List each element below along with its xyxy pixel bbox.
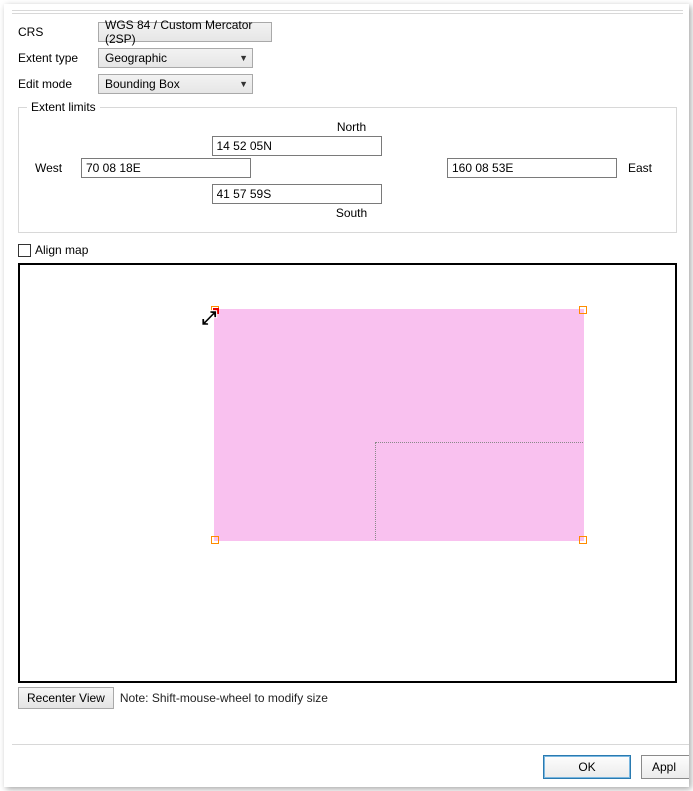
align-map-checkbox[interactable] xyxy=(18,244,31,257)
extent-rectangle[interactable] xyxy=(214,309,584,541)
east-label: East xyxy=(628,161,652,175)
content-panel: CRS WGS 84 / Custom Mercator (2SP) Exten… xyxy=(12,10,683,739)
hint-note: Note: Shift-mouse-wheel to modify size xyxy=(120,691,328,705)
align-map-row: Align map xyxy=(18,243,677,257)
edit-mode-value: Bounding Box xyxy=(105,77,180,91)
align-map-label: Align map xyxy=(35,243,88,257)
crs-label: CRS xyxy=(18,25,98,39)
recenter-view-button[interactable]: Recenter View xyxy=(18,687,114,709)
extent-compass: North West East South xyxy=(27,120,668,220)
map-preview-canvas[interactable]: ⤢ xyxy=(18,263,677,683)
ok-button[interactable]: OK xyxy=(543,755,631,779)
apply-button[interactable]: Appl xyxy=(641,755,689,779)
east-input[interactable] xyxy=(447,158,617,178)
south-label: South xyxy=(336,206,367,220)
chevron-down-icon: ▼ xyxy=(239,53,248,63)
chevron-down-icon: ▼ xyxy=(239,79,248,89)
dialog-window: CRS WGS 84 / Custom Mercator (2SP) Exten… xyxy=(4,4,689,787)
resize-cursor-icon: ⤢ xyxy=(202,311,216,325)
extent-type-row: Extent type Geographic ▼ xyxy=(18,48,677,68)
extent-limits-group: Extent limits North West East South xyxy=(18,100,677,233)
west-input[interactable] xyxy=(81,158,251,178)
north-input[interactable] xyxy=(212,136,382,156)
resize-handle-bottom-left[interactable] xyxy=(211,536,219,544)
crs-row: CRS WGS 84 / Custom Mercator (2SP) xyxy=(18,22,677,42)
resize-handle-top-right[interactable] xyxy=(579,306,587,314)
guide-rectangle xyxy=(375,442,583,540)
extent-type-dropdown[interactable]: Geographic ▼ xyxy=(98,48,253,68)
edit-mode-label: Edit mode xyxy=(18,77,98,91)
crs-value: WGS 84 / Custom Mercator (2SP) xyxy=(105,18,267,46)
below-canvas-row: Recenter View Note: Shift-mouse-wheel to… xyxy=(18,687,677,709)
west-label: West xyxy=(35,161,62,175)
crs-dropdown[interactable]: WGS 84 / Custom Mercator (2SP) xyxy=(98,22,272,42)
content-inner: CRS WGS 84 / Custom Mercator (2SP) Exten… xyxy=(12,13,683,739)
extent-type-label: Extent type xyxy=(18,51,98,65)
north-label: North xyxy=(337,120,366,134)
extent-type-value: Geographic xyxy=(105,51,167,65)
south-input[interactable] xyxy=(212,184,382,204)
edit-mode-dropdown[interactable]: Bounding Box ▼ xyxy=(98,74,253,94)
dialog-footer: OK Appl xyxy=(12,744,689,779)
edit-mode-row: Edit mode Bounding Box ▼ xyxy=(18,74,677,94)
extent-limits-legend: Extent limits xyxy=(27,100,100,114)
